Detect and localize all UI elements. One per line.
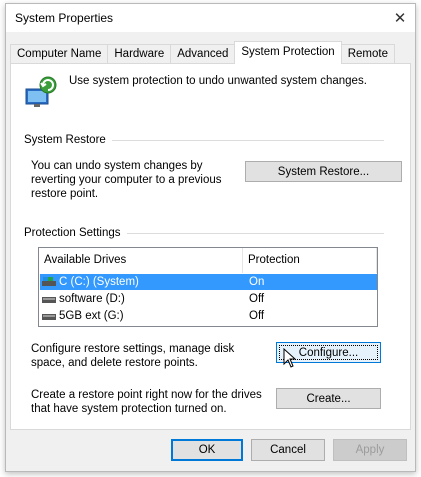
system-properties-window: System Properties ✕ Computer Name Hardwa… — [5, 3, 416, 472]
tab-advanced[interactable]: Advanced — [170, 44, 236, 64]
create-description: Create a restore point right now for the… — [31, 389, 262, 415]
tab-computer-name[interactable]: Computer Name — [10, 44, 109, 64]
mouse-pointer-icon — [283, 348, 297, 368]
protection-settings-heading: Protection Settings — [24, 227, 384, 239]
system-restore-description: You can undo system changes by reverting… — [31, 160, 222, 200]
tab-remote[interactable]: Remote — [340, 44, 395, 64]
close-button[interactable]: ✕ — [385, 4, 415, 32]
cancel-button[interactable]: Cancel — [251, 439, 325, 461]
drive-name: software (D:) — [59, 293, 125, 305]
drives-header: Available Drives Protection — [39, 248, 377, 273]
apply-button[interactable]: Apply — [333, 439, 407, 461]
tab-strip: Computer Name Hardware Advanced System P… — [10, 41, 395, 64]
drive-icon — [42, 297, 56, 303]
tab-system-protection[interactable]: System Protection — [234, 41, 342, 64]
drive-name: C (C:) (System) — [59, 276, 139, 288]
system-protection-icon — [25, 76, 57, 107]
drives-list[interactable]: Available Drives Protection C (C:) (Syst… — [38, 247, 378, 327]
create-button[interactable]: Create... — [276, 388, 381, 409]
drive-row[interactable]: C (C:) (System) On — [40, 274, 377, 290]
window-title: System Properties — [15, 11, 114, 25]
system-restore-heading: System Restore — [24, 134, 384, 146]
drive-protection: Off — [249, 293, 265, 305]
drive-protection: Off — [249, 310, 265, 322]
drive-protection: On — [249, 276, 265, 288]
column-available-drives[interactable]: Available Drives — [39, 248, 243, 273]
drive-row[interactable]: software (D:) Off — [40, 291, 377, 307]
drive-name: 5GB ext (G:) — [59, 310, 124, 322]
ok-button[interactable]: OK — [171, 439, 243, 461]
system-drive-icon — [42, 277, 56, 286]
title-bar[interactable]: System Properties ✕ — [6, 4, 415, 32]
configure-description: Configure restore settings, manage disk … — [31, 343, 235, 369]
column-protection[interactable]: Protection — [243, 248, 377, 273]
intro-text: Use system protection to undo unwanted s… — [69, 75, 367, 87]
close-icon: ✕ — [393, 10, 407, 27]
drive-icon — [42, 314, 56, 320]
drive-row[interactable]: 5GB ext (G:) Off — [40, 308, 377, 324]
system-restore-button[interactable]: System Restore... — [245, 161, 402, 182]
tab-hardware[interactable]: Hardware — [107, 44, 172, 64]
system-protection-panel: Use system protection to undo unwanted s… — [10, 63, 411, 430]
